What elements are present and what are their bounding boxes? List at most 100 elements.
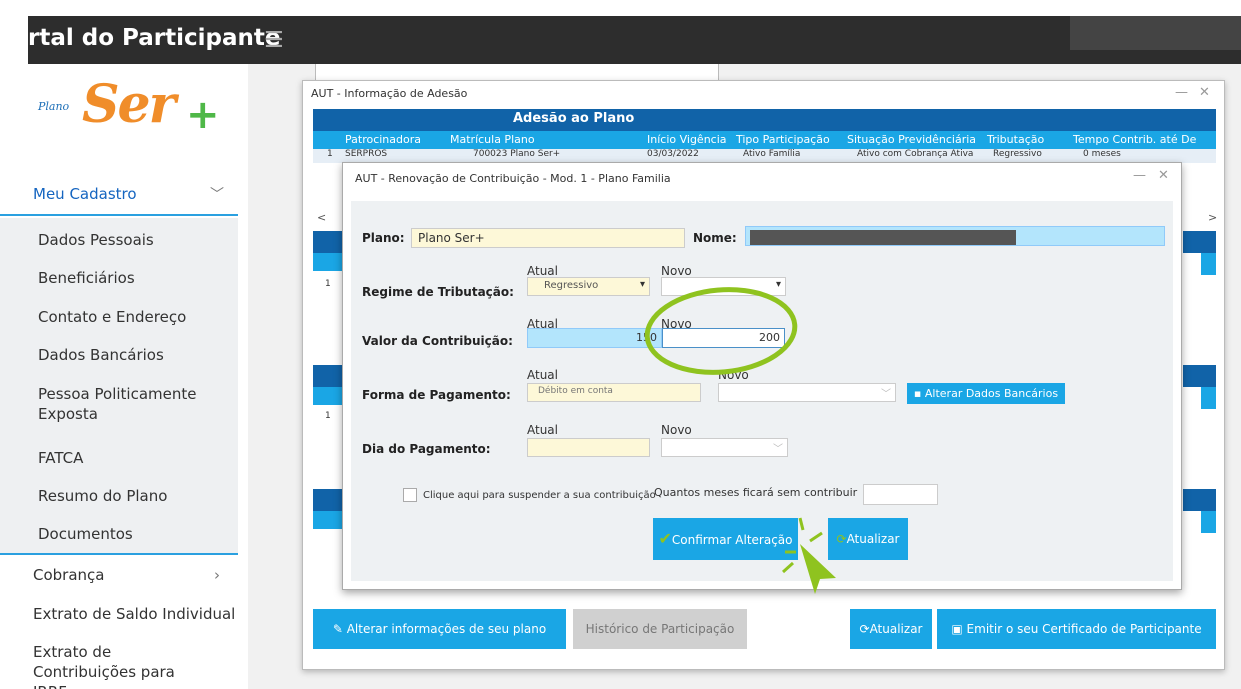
certificate-icon: ▣ [951,622,963,636]
sidebar-item-contato[interactable]: Contato e Endereço [0,307,186,327]
cell-matricula: 700023 Plano Ser+ [473,149,561,159]
sidebar-item-fatca[interactable]: FATCA [0,448,83,468]
atualizar-inner-button[interactable]: ⟳Atualizar [828,518,908,560]
alterar-plano-button[interactable]: ✎ Alterar informações de seu plano [313,609,566,649]
forma-novo-select[interactable]: ﹀ [718,383,896,402]
forma-atual-value: Débito em conta [538,386,613,396]
section-scroll [1201,387,1216,409]
section-bar [313,365,345,387]
table-row[interactable]: 1 SERPROS 700023 Plano Ser+ 03/03/2022 A… [313,149,1216,163]
sidebar-item-beneficiarios[interactable]: Beneficiários [0,268,135,288]
section-bar-right [1183,231,1216,253]
chevron-right-icon: › [214,566,220,584]
col-inicio: Início Vigência [647,133,727,146]
section-scroll [1201,511,1216,533]
sidebar-item-documentos[interactable]: Documentos [0,524,133,544]
regime-atual-value: Regressivo [544,280,599,291]
valor-atual-field: 150 [527,328,662,348]
nome-field [745,226,1165,246]
nav-cobranca[interactable]: Cobrança › [0,565,238,585]
portal-title: rtal do Participante [28,25,281,51]
nav-section-meu-cadastro[interactable]: Meu Cadastro ﹀ [0,172,238,216]
bank-icon: ▪ [913,387,922,400]
close-icon[interactable]: ✕ [1158,168,1169,183]
logo-big-text: Ser [82,74,176,135]
section-subbar [313,511,345,529]
dia-novo-select[interactable]: ﹀ [661,438,788,457]
forma-label: Forma de Pagamento: [362,388,511,402]
cell-situacao: Ativo com Cobrança Ativa [857,149,974,159]
chevron-down-icon: ﹀ [773,444,783,455]
minimize-icon[interactable]: — [1175,85,1188,100]
valor-novo-input[interactable]: 200 [662,328,785,348]
checkmark-icon: ✔ [658,529,672,548]
logo-plus: + [186,92,220,138]
suspender-checkbox[interactable] [403,488,417,502]
nav-extrato-saldo[interactable]: Extrato de Saldo Individual [0,604,238,624]
meses-label: Quantos meses ficará sem contribuir [654,486,858,499]
historico-button[interactable]: Histórico de Participação [573,609,747,649]
section-scroll [1201,253,1216,275]
sidebar-item-pep[interactable]: Pessoa Politicamente Exposta [0,384,200,424]
adesao-header: Adesão ao Plano [313,109,1216,131]
atual-header: Atual [527,264,558,278]
confirmar-alteracao-button[interactable]: ✔Confirmar Alteração [653,518,798,560]
sidebar-item-dados-pessoais[interactable]: Dados Pessoais [0,230,154,250]
chevron-down-icon: ﹀ [881,389,891,400]
novo-header: Novo [661,264,692,278]
renovacao-title: AUT - Renovação de Contribuição - Mod. 1… [355,172,671,185]
forma-atual-field: Débito em conta [527,383,701,402]
row-index: 1 [325,279,331,289]
dia-label: Dia do Pagamento: [362,442,491,456]
alterar-bancarios-button[interactable]: ▪ Alterar Dados Bancários [907,383,1065,404]
divider [0,553,238,555]
adesao-header-label: Adesão ao Plano [513,111,635,126]
nav-cobranca-label: Cobrança [33,566,105,584]
atualizar-outer-button[interactable]: ⟳Atualizar [850,609,932,649]
nav-list: Dados Pessoais Beneficiários Contato e E… [0,218,238,553]
scroll-left-icon[interactable]: < [317,211,326,224]
certificado-button[interactable]: ▣ Emitir o seu Certificado de Participan… [937,609,1216,649]
contribuicao-form: Plano: Plano Ser+ Nome: Atual Novo Regim… [351,201,1173,581]
section-bar [313,231,345,253]
meses-input[interactable] [863,484,938,505]
cell-inicio: 03/03/2022 [647,149,699,159]
nav-extrato-contrib[interactable]: Extrato de Contribuições para IRRF [0,642,200,689]
sidebar-item-resumo[interactable]: Resumo do Plano [0,486,167,506]
close-icon[interactable]: ✕ [1199,85,1210,100]
sidebar-item-dados-bancarios[interactable]: Dados Bancários [0,345,164,365]
chevron-down-icon: ﹀ [210,187,224,203]
alterar-bancarios-label: Alterar Dados Bancários [924,387,1059,400]
novo-header: Novo [661,423,692,437]
regime-atual-select[interactable]: Regressivo ▾ [527,277,650,296]
confirmar-label: Confirmar Alteração [671,533,793,547]
section-subbar [313,387,345,405]
regime-novo-select[interactable]: ▾ [661,277,786,296]
col-tributacao: Tributação [987,133,1045,146]
plano-field: Plano Ser+ [411,228,685,248]
scroll-right-icon[interactable]: > [1208,211,1217,224]
chevron-down-icon: ▾ [775,279,781,290]
alterar-plano-label: Alterar informações de seu plano [346,622,547,636]
cell-tipo: Ativo Família [743,149,801,159]
cell-index: 1 [327,149,333,159]
col-tempo: Tempo Contrib. até De [1073,133,1197,146]
minimize-icon[interactable]: — [1133,168,1146,183]
plano-label: Plano: [362,231,405,245]
col-tipo: Tipo Participação [736,133,830,146]
top-right-panel [1070,16,1241,50]
section-bar [313,489,345,511]
edit-icon: ✎ [332,622,343,636]
atual-header: Atual [527,423,558,437]
sidebar: Plano Ser + Meu Cadastro ﹀ Dados Pessoai… [0,64,238,689]
top-bar: rtal do Participante ☰ [28,16,1241,64]
section-subbar [313,253,345,271]
atualizar-inner-label: Atualizar [846,532,900,546]
window-title: AUT - Informação de Adesão [311,87,468,100]
plano-value: Plano Ser+ [418,231,485,245]
section-bar-right [1183,489,1216,511]
atual-header: Atual [527,368,558,382]
certificado-label: Emitir o seu Certificado de Participante [966,622,1202,636]
refresh-icon: ⟳ [859,622,870,636]
hamburger-icon[interactable]: ☰ [264,28,284,53]
